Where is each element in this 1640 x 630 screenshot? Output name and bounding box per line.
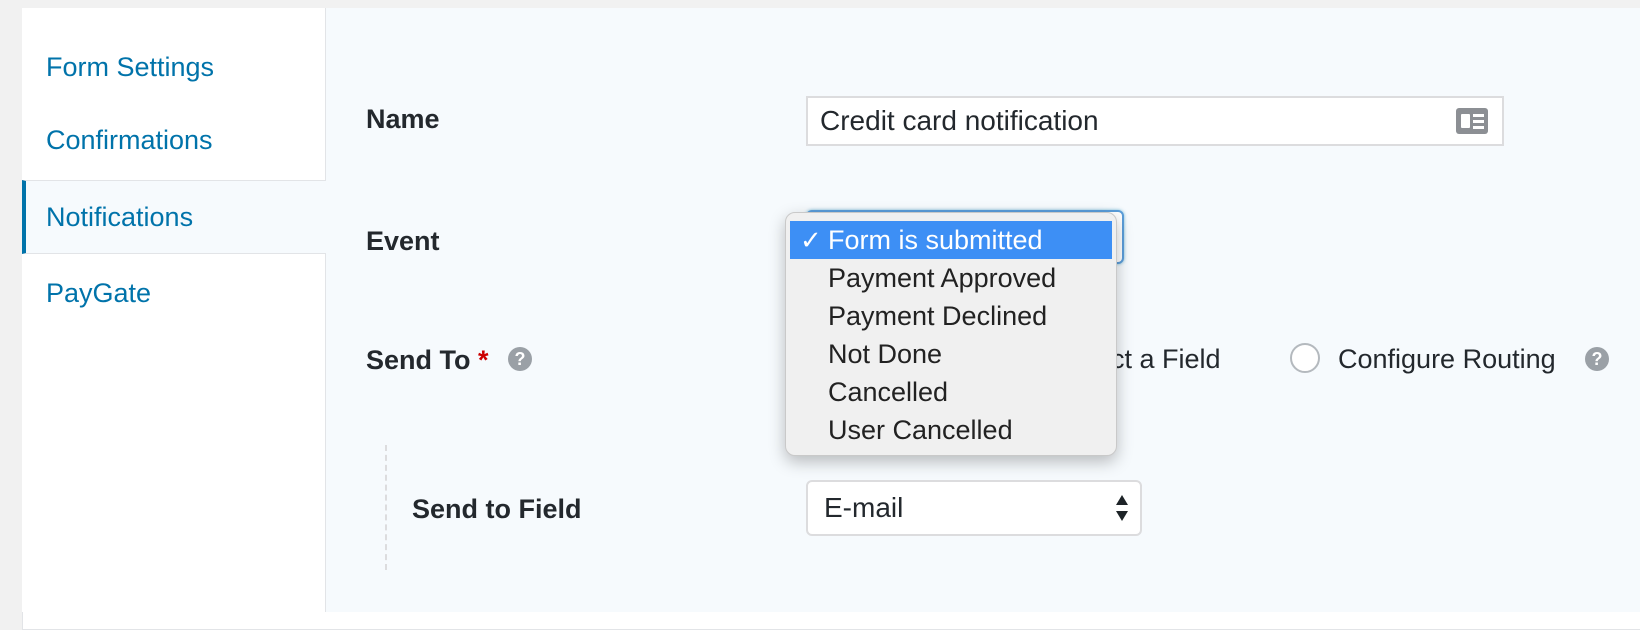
event-option-cancelled[interactable]: Cancelled (786, 373, 1116, 411)
event-option-not-done[interactable]: Not Done (786, 335, 1116, 373)
checkmark-icon: ✓ (800, 225, 822, 255)
radio-label-configure-routing: Configure Routing (1338, 344, 1556, 374)
event-label: Event (366, 226, 440, 256)
routing-divider (385, 445, 387, 570)
sidebar-item-notifications[interactable]: Notifications (22, 180, 326, 254)
event-dropdown-menu: ✓ Form is submitted Payment Approved Pay… (785, 212, 1117, 456)
event-option-user-cancelled[interactable]: User Cancelled (786, 411, 1116, 449)
event-option-payment-approved[interactable]: Payment Approved (786, 259, 1116, 297)
radio-configure-routing[interactable] (1290, 343, 1320, 373)
event-option-form-submitted[interactable]: ✓ Form is submitted (790, 221, 1112, 259)
sidebar-item-confirmations[interactable]: Confirmations (22, 103, 325, 177)
sidebar-item-paygate[interactable]: PayGate (22, 256, 325, 330)
send-to-help-icon[interactable]: ? (508, 347, 532, 371)
send-to-field-value: E-mail (824, 492, 904, 523)
configure-routing-help-icon[interactable]: ? (1585, 347, 1609, 371)
send-to-label-text: Send To (366, 345, 471, 375)
name-label: Name (366, 104, 440, 134)
sidebar-item-form-settings[interactable]: Form Settings (22, 30, 325, 104)
notification-name-input[interactable]: Credit card notification (806, 96, 1504, 146)
send-to-label: Send To * (366, 345, 489, 376)
merge-tag-icon[interactable] (1456, 108, 1488, 134)
event-option-label: Form is submitted (828, 225, 1043, 255)
event-option-payment-declined[interactable]: Payment Declined (786, 297, 1116, 335)
send-to-field-select[interactable]: E-mail (806, 480, 1142, 536)
select-arrows-icon (1116, 495, 1128, 521)
required-asterisk: * (478, 345, 489, 375)
send-to-field-label: Send to Field (412, 494, 582, 524)
form-settings-sidebar: Form Settings Confirmations Notification… (22, 8, 326, 612)
